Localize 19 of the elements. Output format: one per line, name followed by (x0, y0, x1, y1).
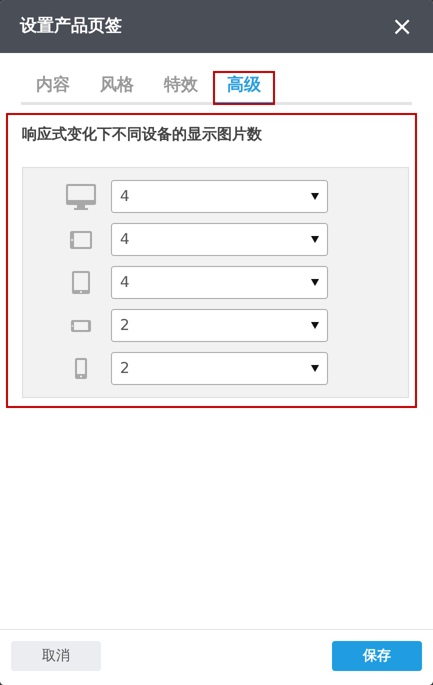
section-title: 响应式变化下不同设备的显示图片数 (22, 124, 263, 144)
count-select[interactable]: 2 (111, 309, 328, 342)
cancel-button[interactable]: 取消 (11, 641, 101, 671)
caret-icon (311, 322, 319, 329)
count-select[interactable]: 4 (111, 266, 328, 299)
tablet-icon (70, 230, 92, 248)
dialog-title: 设置产品页签 (20, 14, 122, 38)
desktop-icon (66, 184, 96, 210)
phone-icon (75, 358, 87, 379)
count-select[interactable]: 4 (111, 180, 328, 213)
count-select[interactable]: 2 (111, 352, 328, 385)
caret-icon (311, 236, 319, 243)
close-button[interactable]: × (391, 14, 413, 40)
phone-icon (71, 320, 91, 332)
caret-icon (311, 365, 319, 372)
tablet-icon (72, 271, 90, 294)
count-select[interactable]: 4 (111, 223, 328, 256)
caret-icon (311, 279, 319, 286)
caret-icon (311, 193, 319, 200)
